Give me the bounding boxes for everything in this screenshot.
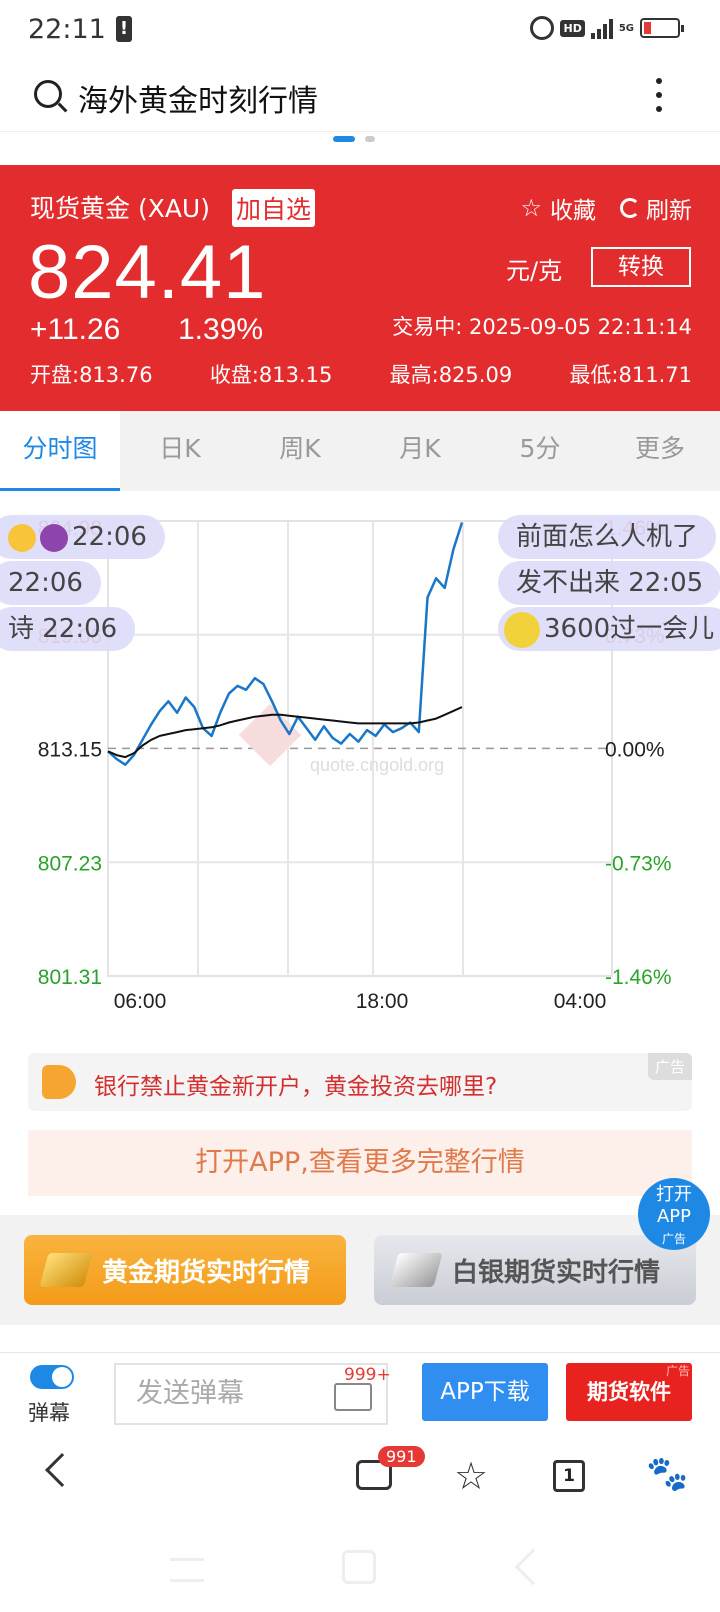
refresh-button[interactable]: 刷新 [620, 191, 692, 225]
tab-intraday[interactable]: 分时图 [0, 411, 120, 491]
message-count: 999+ [344, 1365, 391, 1385]
y-pct-tick-label: 0.00% [605, 738, 665, 761]
x-tick-label: 06:00 [114, 990, 167, 1013]
price-change: +11.26 [30, 313, 121, 346]
x-tick-label: 18:00 [356, 990, 409, 1013]
chart-tabs: 分时图 日K 周K 月K 5分 更多 [0, 411, 720, 491]
promo-section: 黄金期货实时行情 白银期货实时行情 [0, 1215, 720, 1325]
x-tick-label: 04:00 [554, 990, 607, 1013]
search-query[interactable]: 海外黄金时刻行情 [78, 76, 318, 120]
clock: 22:11 [28, 14, 106, 45]
tab-monthly-k[interactable]: 月K [360, 411, 480, 491]
mail-icon [334, 1383, 372, 1411]
app-download-button[interactable]: APP下载 [422, 1363, 548, 1421]
hd-icon: HD [560, 19, 585, 37]
baidu-paw-icon[interactable]: 🐾 [646, 1454, 688, 1494]
ad-tag: 广告 [647, 1053, 692, 1080]
y-pct-tick-label: -1.46% [605, 966, 672, 989]
status-bar: 22:11 ! HD 5G [0, 0, 720, 60]
close-price: 收盘:813.15 [209, 363, 333, 387]
quote-stats: 开盘:813.76 收盘:813.15 最高:825.09 最低:811.71 [30, 359, 692, 389]
browser-toolbar: 991 ☆ 1 🐾 [0, 1434, 720, 1522]
megaphone-icon [42, 1065, 76, 1099]
ad-banner[interactable]: 银行禁止黄金新开户，黄金投资去哪里? 广告 [28, 1053, 692, 1111]
price-line [107, 522, 464, 766]
instrument-name: 现货黄金 (XAU) [30, 194, 210, 223]
gold-futures-button[interactable]: 黄金期货实时行情 [24, 1235, 346, 1305]
danmaku-item: 发不出来 22:05 [498, 561, 720, 605]
price-change-pct: 1.39% [178, 313, 264, 346]
tab-more[interactable]: 更多 [600, 411, 720, 491]
star-icon: ☆ [520, 194, 542, 222]
y-tick-label: 813.15 [38, 738, 102, 761]
price-unit: 元/克 [506, 257, 563, 285]
signal-icon [590, 17, 613, 39]
add-watchlist-button[interactable]: 加自选 [232, 189, 316, 227]
trade-status: 交易中: 2025-09-05 22:11:14 [392, 315, 692, 339]
tab-5min[interactable]: 5分 [480, 411, 600, 491]
y-pct-tick-label: -0.73% [605, 852, 672, 875]
tabs-icon[interactable]: 1 [553, 1460, 585, 1492]
battery-icon [640, 18, 684, 38]
devil-emoji-icon [40, 523, 68, 552]
open-app-float-button[interactable]: 打开 APP 广告 [638, 1178, 710, 1250]
back-icon[interactable] [45, 1453, 79, 1487]
tab-daily-k[interactable]: 日K [120, 411, 240, 491]
futures-software-button[interactable]: 期货软件 广告 [566, 1363, 692, 1421]
status-icons: HD 5G [530, 16, 684, 40]
danmaku-item: 3600过一会儿 [498, 607, 720, 651]
danmaku-bar: 弹幕 发送弹幕 999+ APP下载 期货软件 广告 [0, 1352, 720, 1434]
y-tick-label: 807.23 [38, 852, 102, 875]
danmaku-item: 诗 22:06 [0, 607, 136, 651]
sponge-emoji-icon [504, 611, 540, 648]
intraday-chart[interactable]: quote.cngold.org819.06813.15807.23801.31… [0, 491, 720, 1046]
danmaku-toggle-label: 弹幕 [28, 1401, 70, 1425]
high-price: 最高:825.09 [389, 363, 513, 387]
open-price: 开盘:813.76 [30, 363, 153, 387]
watermark-logo-icon [238, 703, 302, 767]
system-nav-bar [0, 1522, 720, 1612]
comment-count: 991 [378, 1446, 425, 1467]
danmaku-input[interactable]: 发送弹幕 [114, 1363, 334, 1425]
back-nav-icon[interactable] [514, 1548, 552, 1586]
danmaku-item: 22:06 [0, 561, 101, 605]
notification-icon: ! [116, 16, 132, 42]
silver-bars-icon [389, 1253, 443, 1287]
tab-weekly-k[interactable]: 周K [240, 411, 360, 491]
current-price: 824.41 [28, 230, 267, 315]
network-label: 5G [618, 22, 634, 34]
low-price: 最低:811.71 [569, 363, 692, 387]
quote-header: 现货黄金 (XAU) 加自选 ☆ 收藏 刷新 824.41 元/克 转换 +11.… [0, 165, 720, 411]
search-bar[interactable]: 海外黄金时刻行情 [0, 60, 720, 132]
convert-button[interactable]: 转换 [591, 247, 691, 287]
refresh-icon [620, 198, 640, 218]
search-icon[interactable] [34, 80, 62, 108]
menu-nav-icon[interactable] [170, 1558, 204, 1582]
danmaku-toggle[interactable] [30, 1365, 74, 1389]
alarm-icon [530, 16, 555, 40]
home-nav-icon[interactable] [342, 1550, 376, 1584]
watermark: quote.cngold.org [310, 755, 444, 775]
open-app-bar[interactable]: 打开APP,查看更多完整行情 [28, 1130, 692, 1196]
bookmark-star-icon[interactable]: ☆ [454, 1454, 488, 1498]
page-indicator [333, 136, 375, 142]
danmaku-item: 前面怎么人机了 [498, 515, 717, 559]
ad-text[interactable]: 银行禁止黄金新开户，黄金投资去哪里? [94, 1067, 497, 1101]
danmaku-item: 22:06 [0, 515, 165, 559]
y-tick-label: 801.31 [38, 966, 102, 989]
gold-bars-icon [39, 1253, 93, 1287]
more-menu-icon[interactable] [656, 78, 664, 112]
favorite-button[interactable]: ☆ 收藏 [520, 191, 596, 225]
surprised-emoji-icon [8, 523, 36, 552]
